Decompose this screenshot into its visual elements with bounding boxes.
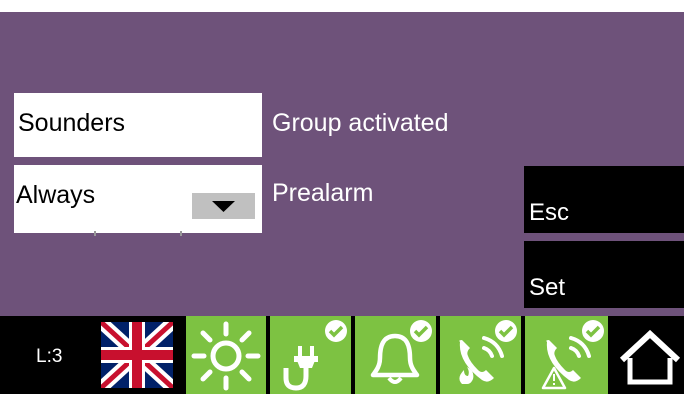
uk-flag-icon[interactable] bbox=[96, 317, 178, 393]
set-button[interactable]: Set bbox=[524, 241, 684, 308]
prealarm-label: Prealarm bbox=[272, 179, 374, 207]
esc-button-label: Esc bbox=[529, 199, 570, 226]
esc-button[interactable]: Esc bbox=[524, 166, 684, 233]
chevron-down-icon[interactable] bbox=[192, 193, 255, 219]
always-dropdown-value: Always bbox=[16, 181, 96, 209]
brightness-icon[interactable] bbox=[186, 316, 266, 394]
phone-warning-ok-icon[interactable] bbox=[525, 316, 608, 394]
bell-ok-icon[interactable] bbox=[355, 316, 436, 394]
home-icon[interactable] bbox=[616, 316, 684, 394]
access-level-indicator: L:3 bbox=[36, 346, 63, 367]
set-button-label: Set bbox=[529, 274, 566, 301]
sounders-field[interactable]: Sounders bbox=[14, 93, 262, 157]
phone-fire-ok-icon[interactable] bbox=[440, 316, 521, 394]
group-activated-label: Group activated bbox=[272, 109, 449, 137]
sounders-field-label: Sounders bbox=[18, 109, 126, 137]
power-plug-ok-icon[interactable] bbox=[270, 316, 351, 394]
decorative-tick-marks bbox=[94, 231, 182, 236]
